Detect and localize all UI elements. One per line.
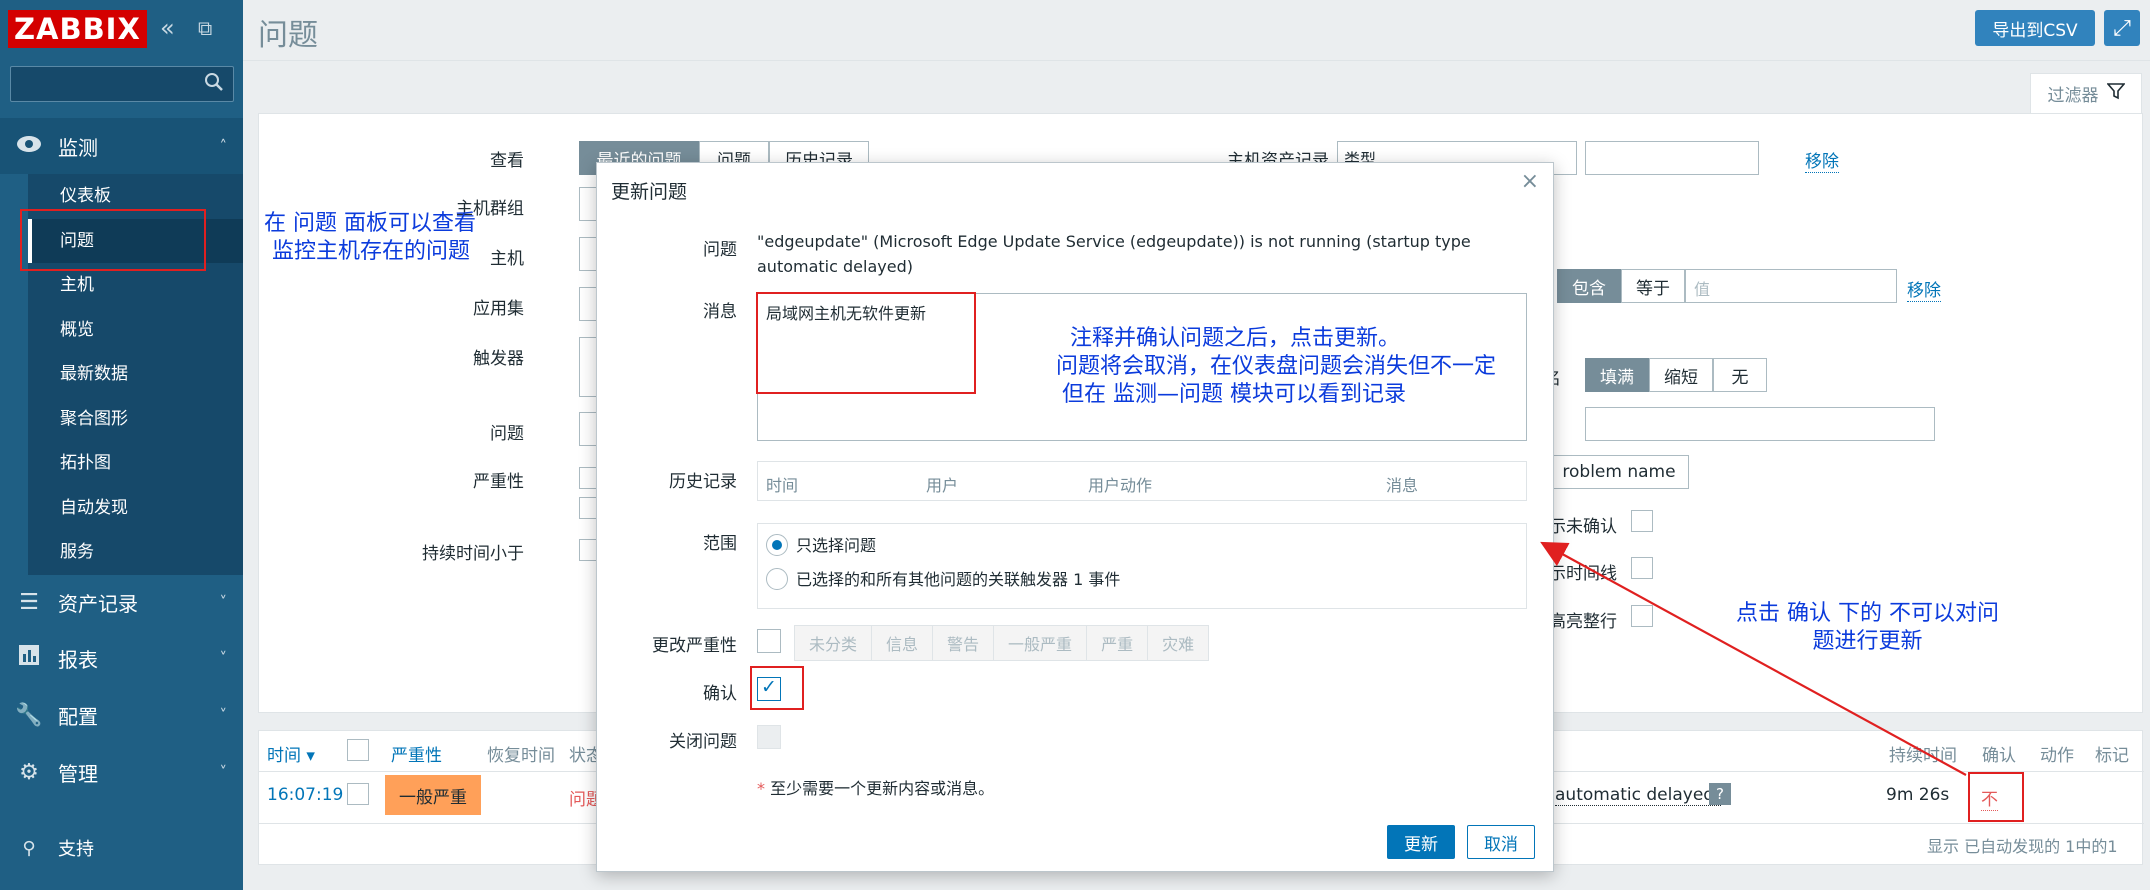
app: ZABBIX « ⧉ 监测 ˄ 仪表板 问题 主机 概览 最新数据 聚合图形 拓…	[0, 0, 2150, 890]
annotation-arrow	[1540, 541, 1967, 776]
